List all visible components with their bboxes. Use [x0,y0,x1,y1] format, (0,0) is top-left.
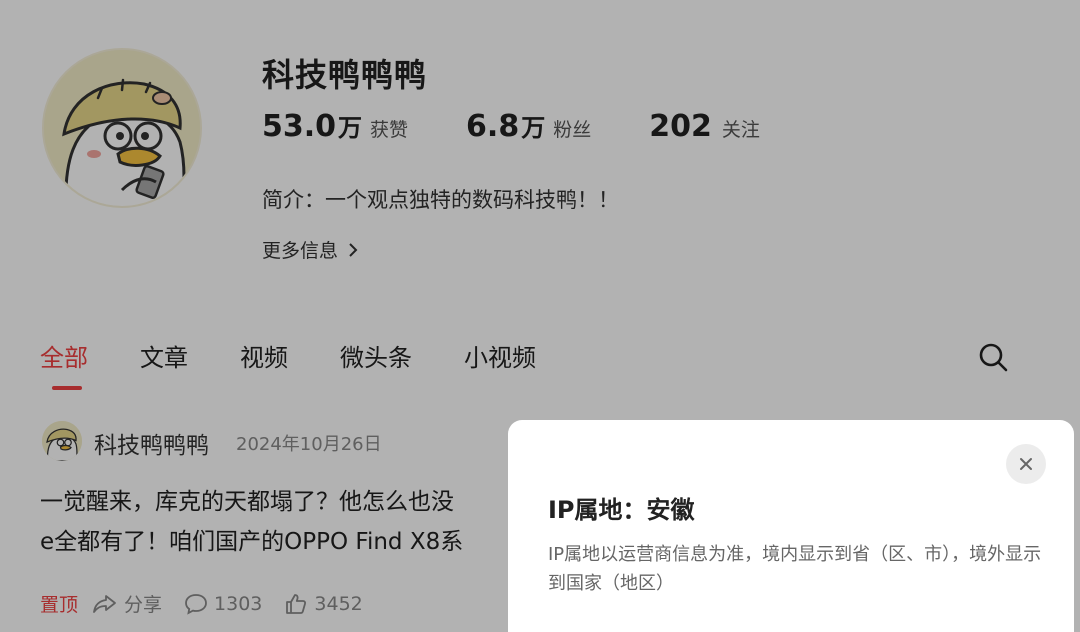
popup-title: IP属地：安徽 [548,496,695,524]
ip-location-popup: IP属地：安徽 IP属地以运营商信息为准，境内显示到省（区、市），境外显示到国家… [508,420,1074,632]
popup-description: IP属地以运营商信息为准，境内显示到省（区、市），境外显示到国家（地区） [548,544,1042,594]
close-icon [1020,458,1032,470]
close-button[interactable] [1006,444,1046,484]
